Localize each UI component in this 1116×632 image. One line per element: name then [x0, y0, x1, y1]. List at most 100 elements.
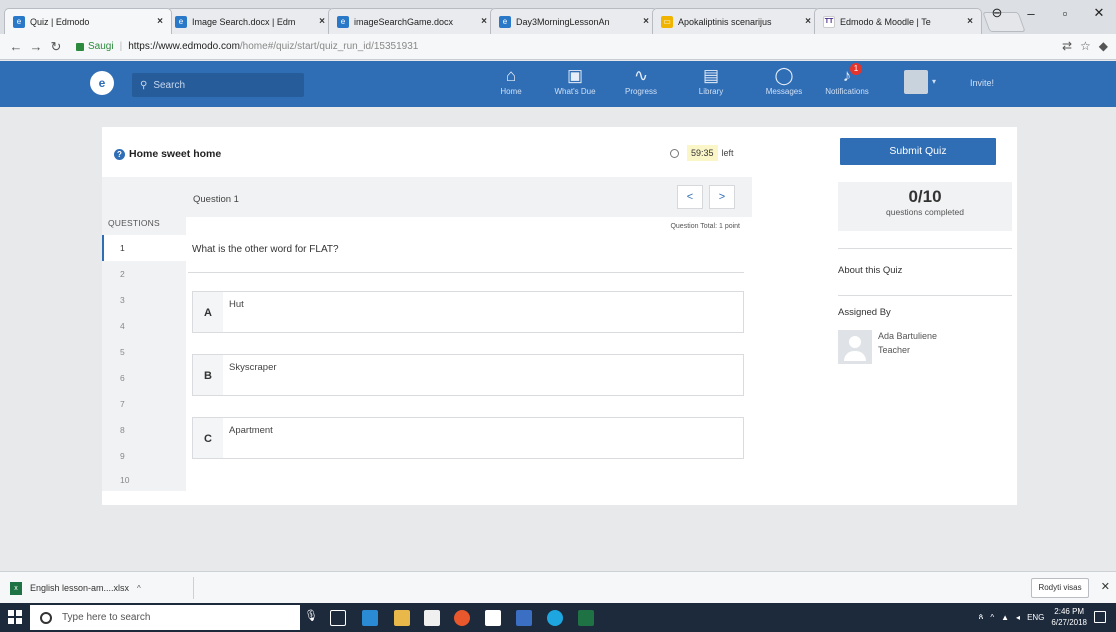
user-avatar[interactable]: [904, 70, 928, 94]
invite-link[interactable]: Invite!: [970, 78, 994, 88]
security-icon[interactable]: [516, 610, 532, 626]
task-view-icon[interactable]: [330, 610, 346, 626]
reload-icon[interactable]: ↻: [46, 39, 66, 55]
taskbar-search-box[interactable]: Type here to search: [30, 605, 300, 630]
search-input[interactable]: [153, 79, 294, 91]
restore-icon[interactable]: ▫: [1048, 6, 1082, 21]
answer-letter: A: [193, 292, 223, 332]
browser-tab-label: Quiz | Edmodo: [30, 16, 90, 27]
url-field[interactable]: Saugi | https://www.edmodo.com/home#/qui…: [72, 37, 1062, 57]
browser-tab[interactable]: e Quiz | Edmodo ×: [4, 8, 172, 34]
question-nav-item[interactable]: 4: [102, 313, 186, 339]
tt-favicon-icon: TT: [823, 15, 835, 28]
nav-notifications[interactable]: ♪ 1 Notifications: [818, 63, 876, 96]
close-tab-icon[interactable]: ×: [805, 16, 811, 27]
close-tab-icon[interactable]: ×: [481, 16, 487, 27]
windows-taskbar: Type here to search 🎙 ጰ ^ ▲ ◂ ENG 2:46 P…: [0, 603, 1116, 632]
nav-messages[interactable]: ◯ Messages: [755, 65, 813, 96]
timer-value: 59:35: [687, 145, 718, 161]
taskbar-search-placeholder: Type here to search: [62, 612, 151, 623]
mail-icon[interactable]: [485, 610, 501, 626]
show-all-downloads-button[interactable]: Rodyti visas: [1031, 578, 1089, 598]
about-quiz-link[interactable]: About this Quiz: [838, 265, 902, 276]
language-indicator[interactable]: ENG: [1027, 613, 1044, 622]
file-explorer-icon[interactable]: [394, 610, 410, 626]
minimize-icon[interactable]: –: [1014, 6, 1048, 21]
next-question-button[interactable]: >: [709, 185, 735, 209]
question-nav-item[interactable]: 6: [102, 365, 186, 391]
browser-tab[interactable]: e Day3MorningLessonAn ×: [490, 8, 658, 34]
question-nav-item[interactable]: 10: [102, 467, 186, 493]
clock-icon: [670, 148, 679, 158]
question-nav-item[interactable]: 9: [102, 443, 186, 469]
extension-icon[interactable]: ◆: [1099, 39, 1108, 53]
lock-icon: [76, 42, 84, 51]
question-nav-item[interactable]: 3: [102, 287, 186, 313]
completion-box: 0/10 questions completed: [838, 182, 1012, 231]
teacher-avatar[interactable]: [838, 330, 872, 364]
network-icon[interactable]: ▲: [1001, 613, 1009, 622]
translate-icon[interactable]: ⇄: [1062, 39, 1072, 53]
previous-question-button[interactable]: <: [677, 185, 703, 209]
nav-label: Progress: [624, 87, 657, 96]
chevron-down-icon[interactable]: ▾: [932, 77, 936, 86]
answer-option[interactable]: A Hut: [192, 291, 744, 333]
nav-progress[interactable]: ∿ Progress: [612, 65, 670, 96]
close-tab-icon[interactable]: ×: [967, 16, 973, 27]
sidebar-divider: [838, 248, 1012, 249]
close-tab-icon[interactable]: ×: [157, 16, 163, 27]
close-tab-icon[interactable]: ×: [643, 16, 649, 27]
browser-tab[interactable]: e imageSearchGame.docx ×: [328, 8, 496, 34]
question-nav-item[interactable]: 5: [102, 339, 186, 365]
answer-text: Apartment: [229, 425, 273, 436]
close-window-icon[interactable]: ✕: [1082, 5, 1116, 21]
nav-label: Library: [698, 87, 724, 96]
excel-icon[interactable]: [578, 610, 594, 626]
download-item[interactable]: x English lesson-am....xlsx ^: [10, 577, 194, 599]
taskbar-clock[interactable]: 2:46 PM 6/27/2018: [1051, 606, 1087, 628]
search-icon: ⚲: [140, 79, 148, 91]
browser-tab[interactable]: e Image Search.docx | Edm ×: [166, 8, 334, 34]
close-icon[interactable]: ✕: [1101, 580, 1110, 593]
edmodo-logo-icon[interactable]: e: [90, 71, 114, 95]
download-file-name: English lesson-am....xlsx: [30, 583, 130, 593]
edge-icon[interactable]: [362, 610, 378, 626]
nav-whats-due[interactable]: ▣ What's Due: [546, 65, 604, 96]
close-tab-icon[interactable]: ×: [319, 16, 325, 27]
url-separator: |: [119, 41, 123, 52]
answer-option[interactable]: B Skyscraper: [192, 354, 744, 396]
people-icon[interactable]: ጰ: [979, 612, 984, 622]
search-box[interactable]: ⚲: [132, 73, 304, 97]
forward-arrow-icon[interactable]: →: [26, 39, 46, 54]
notification-center-icon[interactable]: [1094, 611, 1106, 623]
question-nav-item[interactable]: 8: [102, 417, 186, 443]
back-arrow-icon[interactable]: ←: [6, 39, 26, 54]
skype-icon[interactable]: [547, 610, 563, 626]
profile-icon[interactable]: ⊖: [980, 5, 1014, 21]
nav-library[interactable]: ▤ Library: [682, 65, 740, 96]
windows-start-icon[interactable]: [8, 610, 22, 624]
microphone-icon[interactable]: 🎙: [304, 609, 318, 622]
question-nav-item[interactable]: 7: [102, 391, 186, 417]
submit-quiz-button[interactable]: Submit Quiz: [840, 138, 996, 165]
chevron-up-icon[interactable]: ^: [137, 584, 141, 593]
secure-label: Saugi: [88, 41, 114, 52]
edmodo-top-nav: e ⚲ ⌂ Home ▣ What's Due ∿ Progress ▤ Lib…: [0, 61, 1116, 107]
volume-icon[interactable]: ◂: [1016, 613, 1020, 622]
nav-home[interactable]: ⌂ Home: [482, 65, 540, 96]
browser-tab[interactable]: TT Edmodo & Moodle | Te ×: [814, 8, 982, 34]
question-nav-item[interactable]: 2: [102, 261, 186, 287]
tray-chevron-icon[interactable]: ^: [990, 613, 994, 622]
nav-label: What's Due: [554, 87, 596, 96]
teacher-name[interactable]: Ada Bartuliene: [878, 331, 937, 341]
store-icon[interactable]: [424, 610, 440, 626]
answer-option[interactable]: C Apartment: [192, 417, 744, 459]
library-icon: ▤: [702, 66, 720, 85]
quiz-timer: 59:35 left: [670, 145, 734, 161]
browser-tab-strip: e Quiz | Edmodo × e Image Search.docx | …: [0, 0, 1116, 34]
bell-icon: ♪: [842, 66, 852, 85]
question-nav-item[interactable]: 1: [102, 235, 186, 261]
chrome-icon[interactable]: [454, 610, 470, 626]
bookmark-star-icon[interactable]: ☆: [1080, 39, 1091, 53]
browser-tab[interactable]: ▭ Apokaliptinis scenarijus ×: [652, 8, 820, 34]
